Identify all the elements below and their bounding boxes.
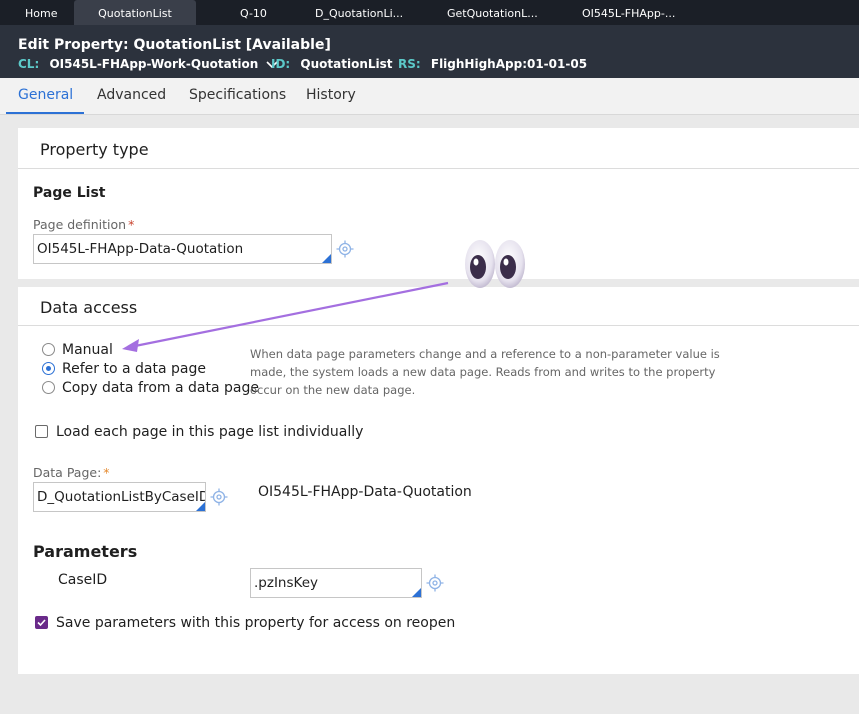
save-params-checkbox[interactable] <box>35 616 48 629</box>
param-value-input[interactable]: .pzInsKey <box>250 568 422 598</box>
parameters-title: Parameters <box>33 542 138 561</box>
tab-history[interactable]: History <box>306 87 356 103</box>
property-type-panel: Property type Page List Page definition *… <box>18 128 859 279</box>
rs-value: FlighHighApp:01-01-05 <box>430 57 588 71</box>
radio-button[interactable] <box>42 381 55 394</box>
autocomplete-corner <box>322 254 331 263</box>
rs-meta: RS: FlighHighApp:01-01-05 <box>398 57 587 71</box>
rs-label: RS: <box>398 57 421 71</box>
tab-home[interactable]: Home <box>25 0 57 25</box>
data-access-help-text: When data page parameters change and a r… <box>250 347 720 397</box>
tab-specifications[interactable]: Specifications <box>189 87 286 103</box>
load-each-label: Load each page in this page list individ… <box>56 424 364 440</box>
tab-d-quotationli[interactable]: D_QuotationLi... <box>315 0 403 25</box>
tab-q-10[interactable]: Q-10 <box>240 0 267 25</box>
page-definition-input[interactable]: OI545L-FHApp-Data-Quotation <box>33 234 332 264</box>
required-mark: * <box>103 465 110 480</box>
id-value: QuotationList <box>300 57 393 71</box>
tab-advanced[interactable]: Advanced <box>97 87 166 103</box>
title-status: [Available] <box>245 37 331 53</box>
property-mode: Page List <box>33 185 106 201</box>
autocomplete-corner <box>196 502 205 511</box>
data-page-class: OI545L-FHApp-Data-Quotation <box>258 484 472 500</box>
param-value: .pzInsKey <box>254 575 318 591</box>
title-prefix: Edit Property: <box>18 37 129 53</box>
param-name: CaseID <box>58 572 108 588</box>
data-page-value: D_QuotationListByCaseID <box>37 489 206 505</box>
page-definition-label: Page definition * <box>33 217 134 232</box>
tab-getquotationl[interactable]: GetQuotationL... <box>447 0 538 25</box>
target-icon[interactable] <box>210 488 228 506</box>
target-icon[interactable] <box>336 240 354 258</box>
page-definition-label-text: Page definition <box>33 217 127 232</box>
checkmark-icon <box>37 619 46 627</box>
rule-header: Edit Property: QuotationList [Available]… <box>0 25 859 78</box>
radio-button-selected[interactable] <box>42 362 55 375</box>
required-mark: * <box>128 217 135 232</box>
radio-button[interactable] <box>42 343 55 356</box>
radio-label: Manual <box>62 342 113 358</box>
tab-oi545l-fhapp[interactable]: OI545L-FHApp-... <box>582 0 675 25</box>
active-tab-indicator <box>6 112 84 114</box>
title-name: QuotationList <box>133 37 241 53</box>
class-meta: CL: OI545L-FHApp-Work-Quotation <box>18 57 278 71</box>
sub-tab-bar: General Advanced Specifications History <box>0 78 859 115</box>
data-page-label: Data Page: * <box>33 465 110 480</box>
page-title: Edit Property: QuotationList [Available] <box>18 37 331 53</box>
save-params-label: Save parameters with this property for a… <box>56 615 456 631</box>
top-tab-bar: Home QuotationList Q-10 D_QuotationLi...… <box>0 0 859 25</box>
section-divider <box>18 168 859 169</box>
id-meta: ID: QuotationList <box>271 57 393 71</box>
property-type-title: Property type <box>40 140 149 159</box>
page-definition-value: OI545L-FHApp-Data-Quotation <box>37 241 244 257</box>
radio-label: Refer to a data page <box>62 361 206 377</box>
data-page-input[interactable]: D_QuotationListByCaseID <box>33 482 206 512</box>
autocomplete-corner <box>412 588 421 597</box>
data-page-label-text: Data Page: <box>33 465 102 480</box>
tab-general[interactable]: General <box>18 87 73 103</box>
eyes-emoji-icon <box>465 240 525 288</box>
tab-quotationlist[interactable]: QuotationList <box>74 0 196 25</box>
data-access-title: Data access <box>40 298 138 317</box>
cl-label: CL: <box>18 57 40 71</box>
radio-label: Copy data from a data page <box>62 380 259 396</box>
target-icon[interactable] <box>426 574 444 592</box>
cl-value[interactable]: OI545L-FHApp-Work-Quotation <box>49 57 258 71</box>
id-label: ID: <box>271 57 291 71</box>
load-each-checkbox[interactable] <box>35 425 48 438</box>
section-divider <box>18 325 859 326</box>
